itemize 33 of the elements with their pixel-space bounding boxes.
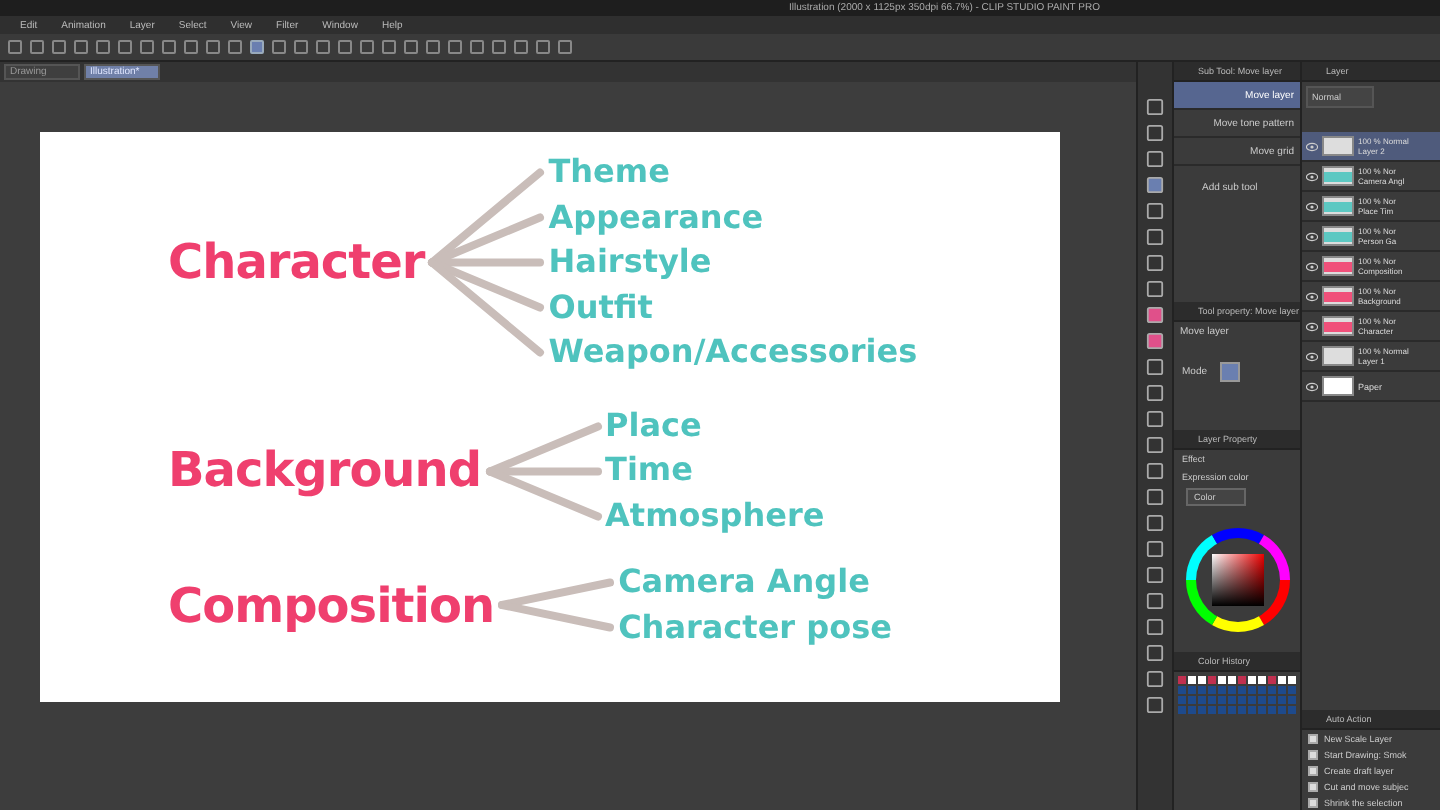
checkbox[interactable] <box>1308 765 1318 775</box>
eye-icon[interactable] <box>1306 141 1318 151</box>
mindmap-heading: Composition <box>168 577 495 633</box>
mindmap-item: Atmosphere <box>605 493 825 537</box>
mindmap-item: Weapon/Accessories <box>548 330 918 374</box>
mindmap-heading: Background <box>168 442 482 499</box>
mindmap-item: Time <box>605 448 695 492</box>
mindmap-item: Theme <box>548 150 672 194</box>
color-history-swatches[interactable] <box>1174 672 1300 718</box>
layer-thumbnail <box>1322 346 1354 366</box>
mindmap-heading: Character <box>168 234 425 291</box>
layer-thumbnail <box>1322 136 1354 156</box>
checkbox[interactable] <box>1308 733 1318 743</box>
mindmap-item: Character pose <box>618 605 892 649</box>
color-wheel[interactable] <box>1181 524 1293 636</box>
eye-icon[interactable] <box>1306 321 1318 331</box>
eye-icon[interactable] <box>1306 261 1318 271</box>
eye-icon[interactable] <box>1306 171 1318 181</box>
eye-icon[interactable] <box>1306 201 1318 211</box>
mindmap-item: Appearance <box>548 195 766 239</box>
eye-icon[interactable] <box>1306 351 1318 361</box>
eye-icon[interactable] <box>1306 381 1318 391</box>
eye-icon[interactable] <box>1306 231 1318 241</box>
layer-thumbnail <box>1322 376 1354 396</box>
mode-button[interactable] <box>1219 362 1240 382</box>
checkbox[interactable] <box>1308 797 1318 807</box>
mindmap-item: Hairstyle <box>548 240 714 284</box>
eye-icon[interactable] <box>1306 291 1318 301</box>
mindmap-item: Place <box>605 403 704 447</box>
checkbox[interactable] <box>1308 749 1318 759</box>
mindmap-item: Camera Angle <box>618 560 872 604</box>
checkbox[interactable] <box>1308 781 1318 791</box>
mindmap-item: Outfit <box>548 285 655 329</box>
